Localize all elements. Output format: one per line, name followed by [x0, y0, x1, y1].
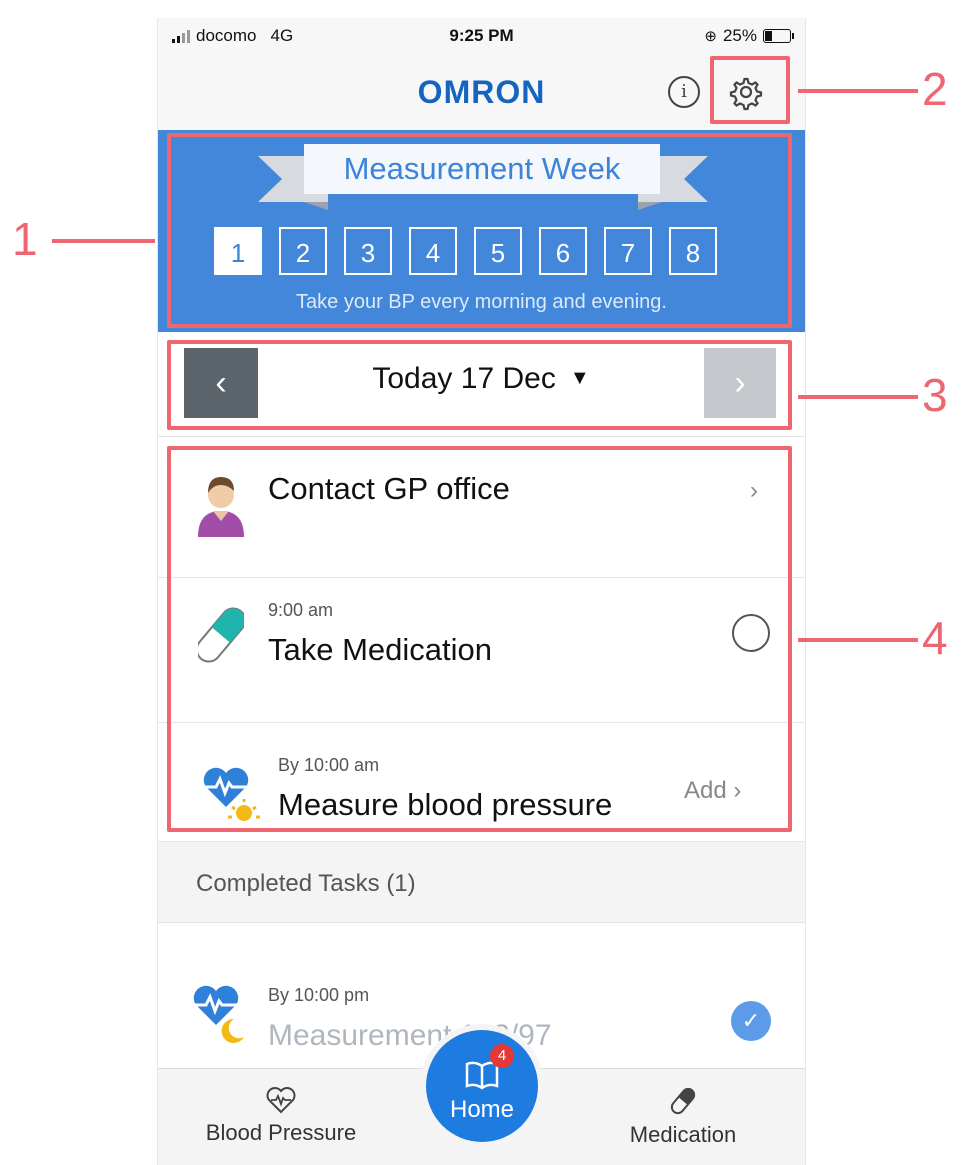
annotation-line-2: [798, 89, 918, 93]
annotation-box-3: [167, 340, 792, 430]
omron-logo: OMRON: [417, 74, 546, 110]
tab-home[interactable]: 4 Home: [426, 1030, 538, 1142]
tab-blood-pressure[interactable]: Blood Pressure: [186, 1086, 376, 1146]
annotation-number-4: 4: [922, 612, 948, 664]
task-time: By 10:00 pm: [268, 985, 370, 1005]
completed-tasks-label: Completed Tasks (1): [196, 870, 416, 897]
annotation-box-2: [710, 56, 790, 124]
tab-label: Medication: [629, 1122, 737, 1147]
tab-label: Blood Pressure: [205, 1120, 357, 1145]
info-icon[interactable]: i: [668, 76, 700, 108]
notification-badge: 4: [490, 1044, 514, 1068]
annotation-number-1: 1: [12, 213, 38, 265]
annotation-line-1: [52, 239, 155, 243]
pill-outline-icon: [670, 1087, 696, 1115]
heart-pulse-icon: [266, 1087, 296, 1114]
battery-icon: [763, 29, 794, 43]
battery-percent: 25%: [722, 26, 757, 45]
annotation-number-3: 3: [922, 369, 948, 421]
status-right: ⊕ 25%: [704, 26, 794, 46]
annotation-line-4: [798, 638, 918, 642]
annotation-line-3: [798, 395, 918, 399]
lock-rotation-icon: ⊕: [704, 28, 717, 45]
check-icon: ✓: [731, 1001, 771, 1041]
tab-label: Home: [449, 1096, 515, 1123]
status-bar: docomo 4G 9:25 PM ⊕ 25%: [158, 18, 805, 54]
nav-bar: OMRON i: [158, 54, 805, 131]
heart-moon-icon: [193, 985, 244, 1043]
completed-tasks-header: Completed Tasks (1): [158, 842, 805, 923]
annotation-box-1: [167, 133, 792, 328]
annotation-box-4: [167, 446, 792, 832]
annotation-number-2: 2: [922, 63, 948, 115]
tab-medication[interactable]: Medication: [598, 1086, 768, 1148]
